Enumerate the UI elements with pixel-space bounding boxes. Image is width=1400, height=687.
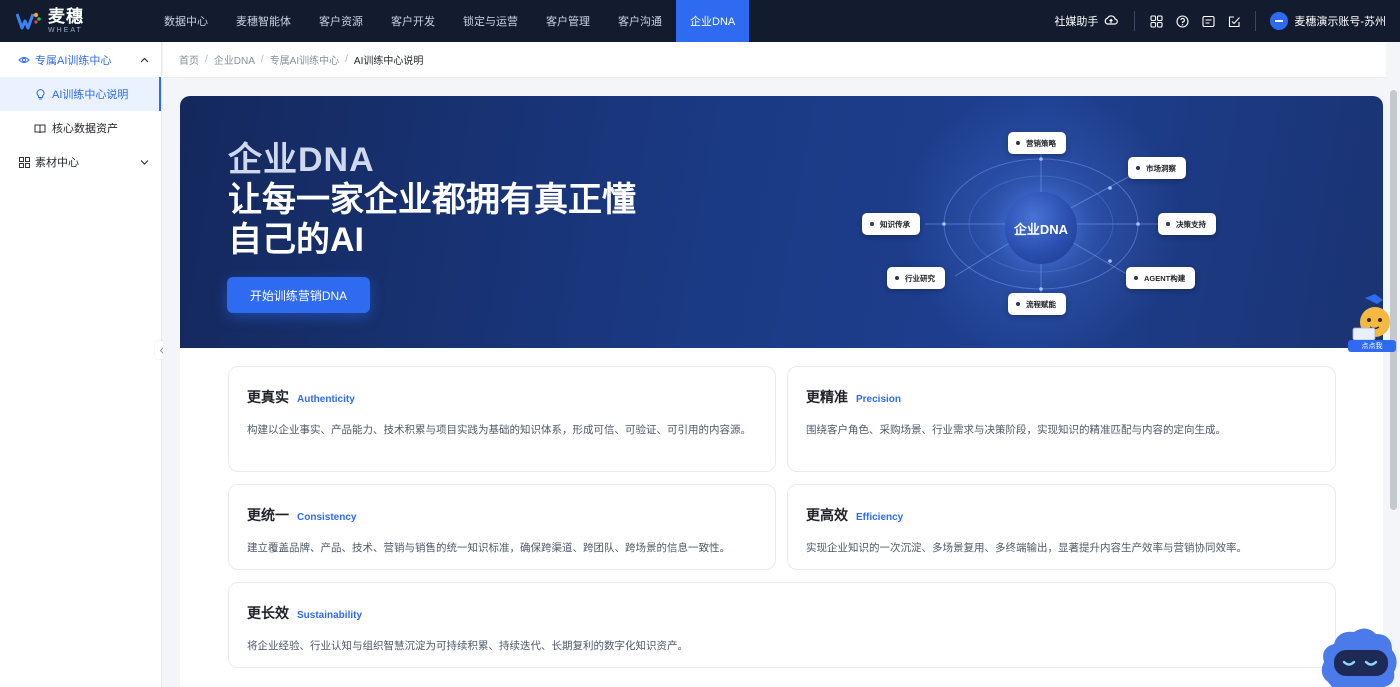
card-subtitle-en: Efficiency <box>856 512 904 523</box>
card-subtitle-en: Consistency <box>297 512 357 523</box>
page-scrollbar[interactable] <box>1386 42 1400 687</box>
chevron-down-icon <box>140 157 149 167</box>
hero-banner: 企业DNA 让每一家企业都拥有真正懂自己的AI 开始训练营销DNA 企业DNA … <box>180 96 1383 348</box>
nav-item-customer-resources[interactable]: 客户资源 <box>305 0 377 42</box>
card-description: 将企业经验、行业认知与组织智慧沉淀为可持续积累、持续迭代、长期复利的数字化知识资… <box>247 640 688 652</box>
avatar <box>1270 12 1289 30</box>
breadcrumb-item[interactable]: 首页 <box>179 52 199 67</box>
media-helper-label: 社媒助手 <box>1054 16 1099 28</box>
diagram-chip-agent-building: AGENT构建 <box>1126 267 1196 289</box>
chip-label: 行业研究 <box>905 273 935 283</box>
hero-subtitle: 让每一家企业都拥有真正懂自己的AI <box>228 181 636 259</box>
breadcrumb-item[interactable]: 专属AI训练中心 <box>270 52 339 67</box>
diagram-chip-marketing-strategy: 营销策略 <box>1008 132 1066 154</box>
apps-grid-icon[interactable] <box>1149 14 1163 28</box>
sidebar-item-core-data-assets[interactable]: 核心数据资产 <box>0 111 161 145</box>
card-description: 建立覆盖品牌、产品、技术、营销与销售的统一知识标准，确保跨渠道、跨团队、跨场景的… <box>247 542 730 554</box>
breadcrumb-separator: / <box>345 54 348 65</box>
sidebar-group-material-center[interactable]: 素材中心 <box>0 145 161 179</box>
chip-label: 决策支持 <box>1176 219 1206 229</box>
wheat-logo-icon <box>15 11 42 31</box>
lightbulb-icon <box>34 88 46 100</box>
diagram-chip-knowledge-inheritance: 知识传承 <box>862 213 920 235</box>
media-helper-button[interactable]: 社媒助手 <box>1054 11 1136 31</box>
card-description: 实现企业知识的一次沉淀、多场景复用、多终端输出，显著提升内容生产效率与营销协同效… <box>806 542 1247 554</box>
main-nav: 数据中心 麦穗智能体 客户资源 客户开发 锁定与运营 客户管理 客户沟通 企业D… <box>150 0 750 42</box>
card-subtitle-en: Authenticity <box>297 394 355 405</box>
sidebar-item-label: 核心数据资产 <box>52 123 118 135</box>
sidebar: 专属AI训练中心 AI训练中心说明 核心数据资产 素材中心 <box>0 42 162 687</box>
account-menu[interactable]: 麦穗演示账号-苏州 <box>1256 12 1400 30</box>
nav-item-data-center[interactable]: 数据中心 <box>150 0 222 42</box>
diagram-chip-process-enablement: 流程赋能 <box>1008 293 1066 315</box>
card-title: 更统一 <box>247 507 289 523</box>
card-title: 更高效 <box>806 507 848 523</box>
top-navbar: 麦穗 WHEAT 数据中心 麦穗智能体 客户资源 客户开发 锁定与运营 客户管理… <box>0 0 1400 42</box>
book-icon <box>34 122 46 134</box>
nav-item-agent[interactable]: 麦穗智能体 <box>222 0 305 42</box>
mascot-click-me-label[interactable]: 点点我 <box>1348 340 1396 352</box>
breadcrumb: 首页 / 企业DNA / 专属AI训练中心 / AI训练中心说明 <box>163 42 1400 78</box>
chat-bot-icon[interactable] <box>1318 622 1398 687</box>
card-description: 构建以企业事实、产品能力、技术积累与项目实践为基础的知识体系，形成可信、可验证、… <box>247 424 751 436</box>
cloud-upload-icon <box>1104 14 1119 29</box>
task-check-icon[interactable] <box>1227 14 1241 28</box>
nav-item-customer-communication[interactable]: 客户沟通 <box>604 0 676 42</box>
chip-label: 流程赋能 <box>1026 299 1056 309</box>
diagram-chip-decision-support: 决策支持 <box>1158 213 1216 235</box>
sidebar-item-ai-training-guide[interactable]: AI训练中心说明 <box>0 77 161 111</box>
sidebar-item-label: AI训练中心说明 <box>52 89 129 101</box>
account-name: 麦穗演示账号-苏州 <box>1294 16 1386 28</box>
dna-core-node: 企业DNA <box>1005 192 1077 264</box>
feature-card-precision: 更精准 Precision 围绕客户角色、采购场景、行业需求与决策阶段，实现知识… <box>787 366 1336 472</box>
nav-item-enterprise-dna[interactable]: 企业DNA <box>676 0 750 42</box>
chip-label: 知识传承 <box>880 219 910 229</box>
card-list-icon[interactable] <box>1201 14 1215 28</box>
app-logo[interactable]: 麦穗 WHEAT <box>0 8 150 34</box>
card-title: 更真实 <box>247 389 289 405</box>
main-content-area: 企业DNA 让每一家企业都拥有真正懂自己的AI 开始训练营销DNA 企业DNA … <box>163 78 1386 687</box>
sidebar-group-label: 素材中心 <box>35 157 79 169</box>
diagram-chip-market-insight: 市场洞察 <box>1128 157 1186 179</box>
chip-label: 营销策略 <box>1026 138 1056 148</box>
nav-item-customer-management[interactable]: 客户管理 <box>532 0 604 42</box>
grid-icon <box>18 156 30 168</box>
card-description: 围绕客户角色、采购场景、行业需求与决策阶段，实现知识的精准匹配与内容的定向生成。 <box>806 424 1226 436</box>
card-subtitle-en: Sustainability <box>297 610 363 621</box>
breadcrumb-separator: / <box>205 54 208 65</box>
sidebar-group-ai-training[interactable]: 专属AI训练中心 <box>0 43 161 77</box>
help-icon[interactable] <box>1175 14 1189 28</box>
nav-item-lock-operation[interactable]: 锁定与运营 <box>449 0 532 42</box>
card-title: 更精准 <box>806 389 848 405</box>
chevron-up-icon <box>140 55 149 65</box>
hero-title: 企业DNA <box>228 141 375 179</box>
feature-card-consistency: 更统一 Consistency 建立覆盖品牌、产品、技术、营销与销售的统一知识标… <box>228 484 776 570</box>
diagram-chip-industry-research: 行业研究 <box>887 267 945 289</box>
eye-icon <box>18 54 30 66</box>
feature-card-authenticity: 更真实 Authenticity 构建以企业事实、产品能力、技术积累与项目实践为… <box>228 366 776 472</box>
logo-text-en: WHEAT <box>48 27 83 34</box>
card-title: 更长效 <box>247 605 289 621</box>
nav-item-customer-development[interactable]: 客户开发 <box>377 0 449 42</box>
start-training-button[interactable]: 开始训练营销DNA <box>227 277 370 313</box>
feature-card-efficiency: 更高效 Efficiency 实现企业知识的一次沉淀、多场景复用、多终端输出，显… <box>787 484 1336 570</box>
feature-card-sustainability: 更长效 Sustainability 将企业经验、行业认知与组织智慧沉淀为可持续… <box>228 582 1336 668</box>
breadcrumb-separator: / <box>260 54 264 65</box>
sidebar-group-label: 专属AI训练中心 <box>35 55 112 67</box>
card-subtitle-en: Precision <box>856 394 902 405</box>
logo-text-cn: 麦穗 <box>48 7 84 26</box>
chip-label: AGENT构建 <box>1144 273 1186 283</box>
breadcrumb-item[interactable]: 企业DNA <box>214 52 255 67</box>
breadcrumb-current: AI训练中心说明 <box>353 56 424 67</box>
chip-label: 市场洞察 <box>1146 163 1176 173</box>
